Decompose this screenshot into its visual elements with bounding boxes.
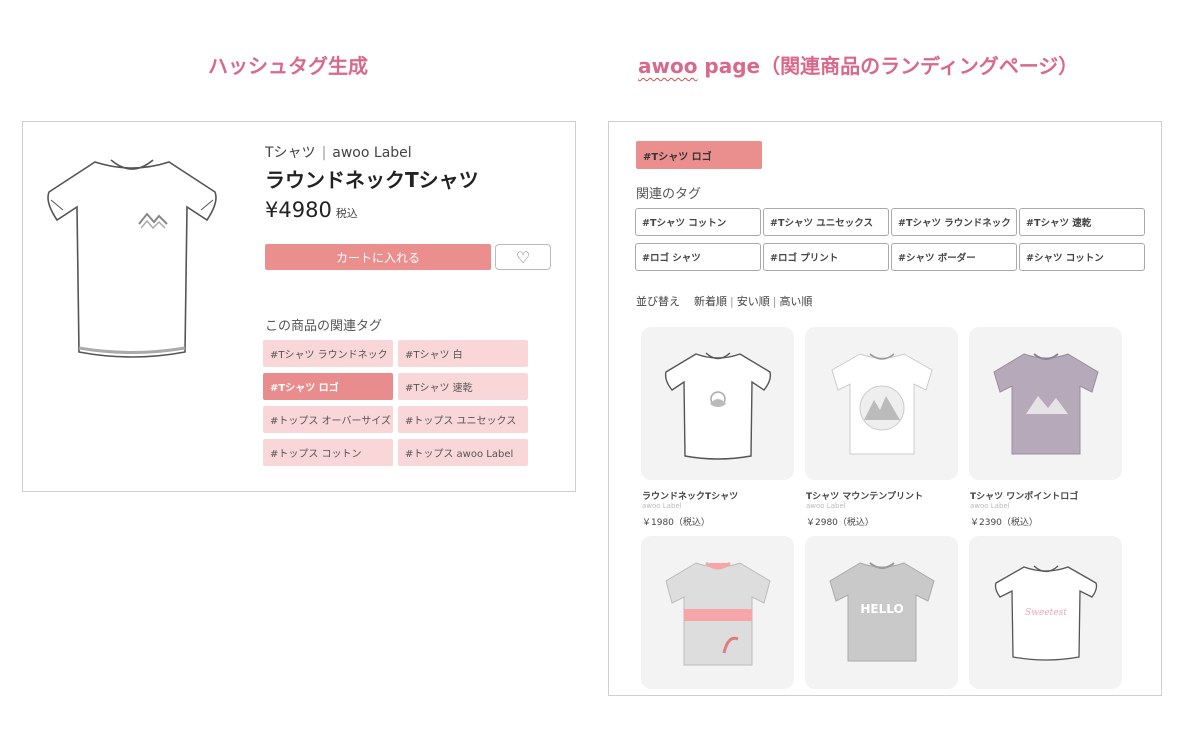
product-title: ラウンドネックTシャツ xyxy=(265,168,479,192)
landing-page-panel: #Tシャツ ロゴ 関連のタグ #Tシャツ コットン #Tシャツ ユニセックス #… xyxy=(608,121,1162,696)
sort-label: 並び替え xyxy=(636,295,680,308)
related-tag-list: #Tシャツ コットン #Tシャツ ユニセックス #Tシャツ ラウンドネック #T… xyxy=(635,208,1145,271)
tag-chip[interactable]: #Tシャツ 速乾 xyxy=(398,373,528,400)
tshirt-stripe-image xyxy=(664,561,771,665)
tag-chip-active[interactable]: #Tシャツ ロゴ xyxy=(263,373,393,400)
tshirt-white-emblem-image xyxy=(664,351,771,460)
product-grid: ラウンドネックTシャツ awoo Label ￥1980（税込） Tシャツ マウ… xyxy=(641,327,1122,695)
tshirt-grey-hello-image: HELLO xyxy=(828,561,935,661)
sort-divider: | xyxy=(772,295,777,308)
awoo-word: awoo xyxy=(638,54,698,78)
price-value: ¥4980 xyxy=(265,198,332,222)
product-price: ¥4980 税込 xyxy=(265,198,358,222)
awoo-page-heading-rest: page（関連商品のランディングページ） xyxy=(697,54,1079,78)
tshirt-purple-logo-image xyxy=(992,352,1099,454)
product-brand: awoo Label xyxy=(806,502,846,510)
product-price: ￥2980（税込） xyxy=(806,518,874,528)
tax-label: 税込 xyxy=(335,207,358,220)
product-card[interactable]: Tシャツ マウンテンプリント awoo Label ￥2980（税込） xyxy=(805,327,958,528)
product-brand: awoo Label xyxy=(642,502,682,510)
related-tags-heading: 関連のタグ xyxy=(636,187,702,202)
product-card[interactable]: Sweetest xyxy=(969,536,1122,695)
current-tag-chip[interactable]: #Tシャツ ロゴ xyxy=(636,141,762,169)
sort-highest[interactable]: 高い順 xyxy=(779,295,812,308)
product-price: ￥2390（税込） xyxy=(970,518,1038,528)
related-tag[interactable]: #ロゴ シャツ xyxy=(635,243,761,271)
sort-cheapest[interactable]: 安い順 xyxy=(737,295,770,308)
product-brand: awoo Label xyxy=(970,502,1010,510)
related-tag[interactable]: #Tシャツ 速乾 xyxy=(1019,208,1145,236)
product-thumbnail[interactable] xyxy=(805,327,958,480)
add-to-cart-button[interactable]: カートに入れる xyxy=(265,244,491,270)
product-thumbnail[interactable]: HELLO xyxy=(805,536,958,689)
related-tag[interactable]: #Tシャツ ラウンドネック xyxy=(891,208,1017,236)
favorite-button[interactable]: ♡ xyxy=(495,244,551,270)
tag-chip[interactable]: #トップス オーバーサイズ xyxy=(263,406,393,433)
product-name[interactable]: ラウンドネックTシャツ xyxy=(641,489,794,502)
related-tag[interactable]: #シャツ ボーダー xyxy=(891,243,1017,271)
product-thumbnail[interactable]: Sweetest xyxy=(969,536,1122,689)
tag-chip[interactable]: #トップス awoo Label xyxy=(398,439,528,466)
script-print: Sweetest xyxy=(1025,608,1067,618)
tshirt-white-script-image: Sweetest xyxy=(994,565,1097,661)
product-image xyxy=(47,159,217,358)
sort-newest[interactable]: 新着順 xyxy=(694,295,727,308)
section-heading-awoo-page: awoo page（関連商品のランディングページ） xyxy=(638,50,1078,79)
product-detail-panel: Tシャツ | awoo Label ラウンドネックTシャツ ¥4980 税込 カートに… xyxy=(22,121,576,492)
sort-divider: | xyxy=(730,295,734,308)
tag-chip[interactable]: #トップス ユニセックス xyxy=(398,406,528,433)
product-category: Tシャツ xyxy=(265,145,316,161)
product-brandline: Tシャツ | awoo Label xyxy=(265,142,412,162)
brand-separator: | xyxy=(321,145,327,161)
product-thumbnail[interactable] xyxy=(641,536,794,689)
product-card[interactable] xyxy=(641,536,794,695)
product-card[interactable]: HELLO xyxy=(805,536,958,695)
related-tags: #Tシャツ ラウンドネック #Tシャツ 白 #Tシャツ ロゴ #Tシャツ 速乾 … xyxy=(263,340,528,466)
heart-icon: ♡ xyxy=(515,247,531,267)
tag-chip[interactable]: #Tシャツ ラウンドネック xyxy=(263,340,393,367)
product-name[interactable]: Tシャツ ワンポイントロゴ xyxy=(969,489,1122,502)
related-tag[interactable]: #Tシャツ ユニセックス xyxy=(763,208,889,236)
hello-print: HELLO xyxy=(860,602,903,616)
tag-chip[interactable]: #Tシャツ 白 xyxy=(398,340,528,367)
related-tags-label: この商品の関連タグ xyxy=(265,319,383,334)
tag-chip[interactable]: #トップス コットン xyxy=(263,439,393,466)
product-price: ￥1980（税込） xyxy=(642,518,710,528)
product-card[interactable]: Tシャツ ワンポイントロゴ awoo Label ￥2390（税込） xyxy=(969,327,1122,528)
product-thumbnail[interactable] xyxy=(969,327,1122,480)
related-tag[interactable]: #シャツ コットン xyxy=(1019,243,1145,271)
product-card[interactable]: ラウンドネックTシャツ awoo Label ￥1980（税込） xyxy=(641,327,794,528)
section-heading-hashtag-generation: ハッシュタグ生成 xyxy=(208,54,368,78)
product-brand: awoo Label xyxy=(332,145,412,161)
product-thumbnail[interactable] xyxy=(641,327,794,480)
related-tag[interactable]: #Tシャツ コットン xyxy=(635,208,761,236)
product-name[interactable]: Tシャツ マウンテンプリント xyxy=(805,489,958,502)
sort-bar: 並び替え 新着順 | 安い順 | 高い順 xyxy=(636,293,812,309)
related-tag[interactable]: #ロゴ プリント xyxy=(763,243,889,271)
tshirt-mountain-print-image xyxy=(830,352,933,454)
